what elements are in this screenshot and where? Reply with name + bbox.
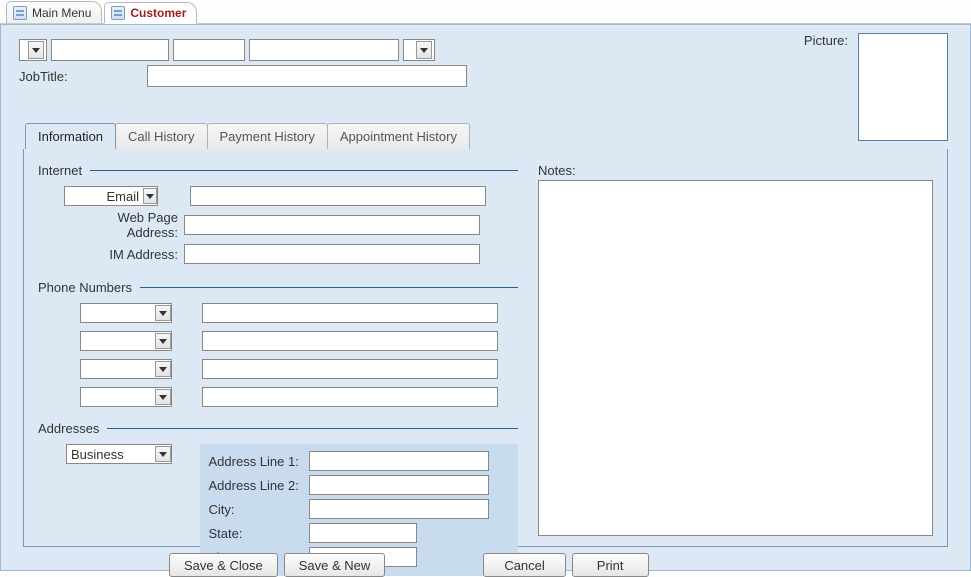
print-button[interactable]: Print — [572, 553, 649, 577]
tab-customer[interactable]: Customer — [104, 2, 197, 24]
divider — [140, 287, 518, 288]
tab-information-label: Information — [38, 129, 103, 144]
internet-label: Internet — [38, 163, 82, 178]
im-address-input[interactable] — [184, 244, 480, 264]
first-name-input[interactable] — [51, 39, 169, 61]
internet-group-title: Internet — [38, 163, 518, 178]
jobtitle-label: JobTitle: — [19, 69, 71, 84]
jobtitle-input[interactable] — [147, 65, 467, 87]
email-type-dropdown[interactable]: Email — [64, 186, 158, 206]
phone-label: Phone Numbers — [38, 280, 132, 295]
chevron-down-icon[interactable] — [416, 41, 432, 59]
form-icon — [111, 6, 125, 20]
im-address-label: IM Address: — [64, 247, 184, 262]
address-type-selected: Business — [71, 447, 124, 462]
divider — [90, 170, 518, 171]
chevron-down-icon[interactable] — [155, 361, 171, 377]
phone-type-dropdown-2[interactable] — [80, 331, 172, 351]
notes-label: Notes: — [538, 163, 933, 178]
phone-type-dropdown-3[interactable] — [80, 359, 172, 379]
jobtitle-row: JobTitle: — [19, 65, 952, 87]
address-line1-label: Address Line 1: — [209, 454, 309, 469]
city-label: City: — [209, 502, 309, 517]
address-label: Addresses — [38, 421, 99, 436]
state-input[interactable] — [309, 523, 417, 543]
address-line2-input[interactable] — [309, 475, 489, 495]
chevron-down-icon[interactable] — [143, 188, 157, 204]
tab-information[interactable]: Information — [25, 123, 116, 149]
middle-name-input[interactable] — [173, 39, 245, 61]
city-input[interactable] — [309, 499, 489, 519]
information-panel: Internet Email Web Page Address: IM Addr… — [23, 149, 948, 547]
cancel-button[interactable]: Cancel — [483, 553, 565, 577]
sub-tabs: Information Call History Payment History… — [25, 123, 952, 149]
tab-payment-history[interactable]: Payment History — [207, 123, 328, 149]
chevron-down-icon[interactable] — [155, 446, 171, 462]
chevron-down-icon[interactable] — [155, 389, 171, 405]
title-prefix-dropdown[interactable] — [19, 39, 47, 61]
notes-textarea[interactable] — [538, 180, 933, 536]
address-line2-label: Address Line 2: — [209, 478, 309, 493]
tab-call-history-label: Call History — [128, 129, 194, 144]
last-name-input[interactable] — [249, 39, 399, 61]
tab-call-history[interactable]: Call History — [115, 123, 207, 149]
phone-type-dropdown-1[interactable] — [80, 303, 172, 323]
picture-section: Picture: — [858, 33, 948, 141]
save-close-label: Save & Close — [184, 558, 263, 573]
cancel-label: Cancel — [504, 558, 544, 573]
tab-customer-label: Customer — [130, 6, 186, 20]
chevron-down-icon[interactable] — [155, 333, 171, 349]
tab-main-menu-label: Main Menu — [32, 6, 91, 20]
email-type-label: Email — [69, 189, 143, 204]
phone-input-2[interactable] — [202, 331, 498, 351]
address-type-dropdown[interactable]: Business — [66, 444, 172, 464]
tab-appointment-history-label: Appointment History — [340, 129, 457, 144]
chevron-down-icon[interactable] — [28, 41, 44, 59]
customer-form: JobTitle: Picture: Information Call Hist… — [0, 24, 971, 571]
webpage-input[interactable] — [184, 215, 480, 235]
save-close-button[interactable]: Save & Close — [169, 553, 278, 577]
phone-input-4[interactable] — [202, 387, 498, 407]
tab-payment-history-label: Payment History — [220, 129, 315, 144]
webpage-label: Web Page Address: — [64, 210, 184, 240]
picture-label: Picture: — [804, 33, 848, 48]
email-input[interactable] — [190, 186, 486, 206]
address-group-title: Addresses — [38, 421, 518, 436]
state-label: State: — [209, 526, 309, 541]
phone-input-3[interactable] — [202, 359, 498, 379]
suffix-dropdown[interactable] — [403, 39, 435, 61]
phone-input-1[interactable] — [202, 303, 498, 323]
chevron-down-icon[interactable] — [155, 305, 171, 321]
phone-group-title: Phone Numbers — [38, 280, 518, 295]
window-tabs: Main Menu Customer — [0, 0, 971, 24]
divider — [107, 428, 518, 429]
save-new-label: Save & New — [299, 558, 371, 573]
address-line1-input[interactable] — [309, 451, 489, 471]
tab-main-menu[interactable]: Main Menu — [6, 1, 102, 23]
save-new-button[interactable]: Save & New — [284, 553, 386, 577]
picture-placeholder[interactable] — [858, 33, 948, 141]
print-label: Print — [597, 558, 624, 573]
tab-appointment-history[interactable]: Appointment History — [327, 123, 470, 149]
form-icon — [13, 6, 27, 20]
phone-type-dropdown-4[interactable] — [80, 387, 172, 407]
